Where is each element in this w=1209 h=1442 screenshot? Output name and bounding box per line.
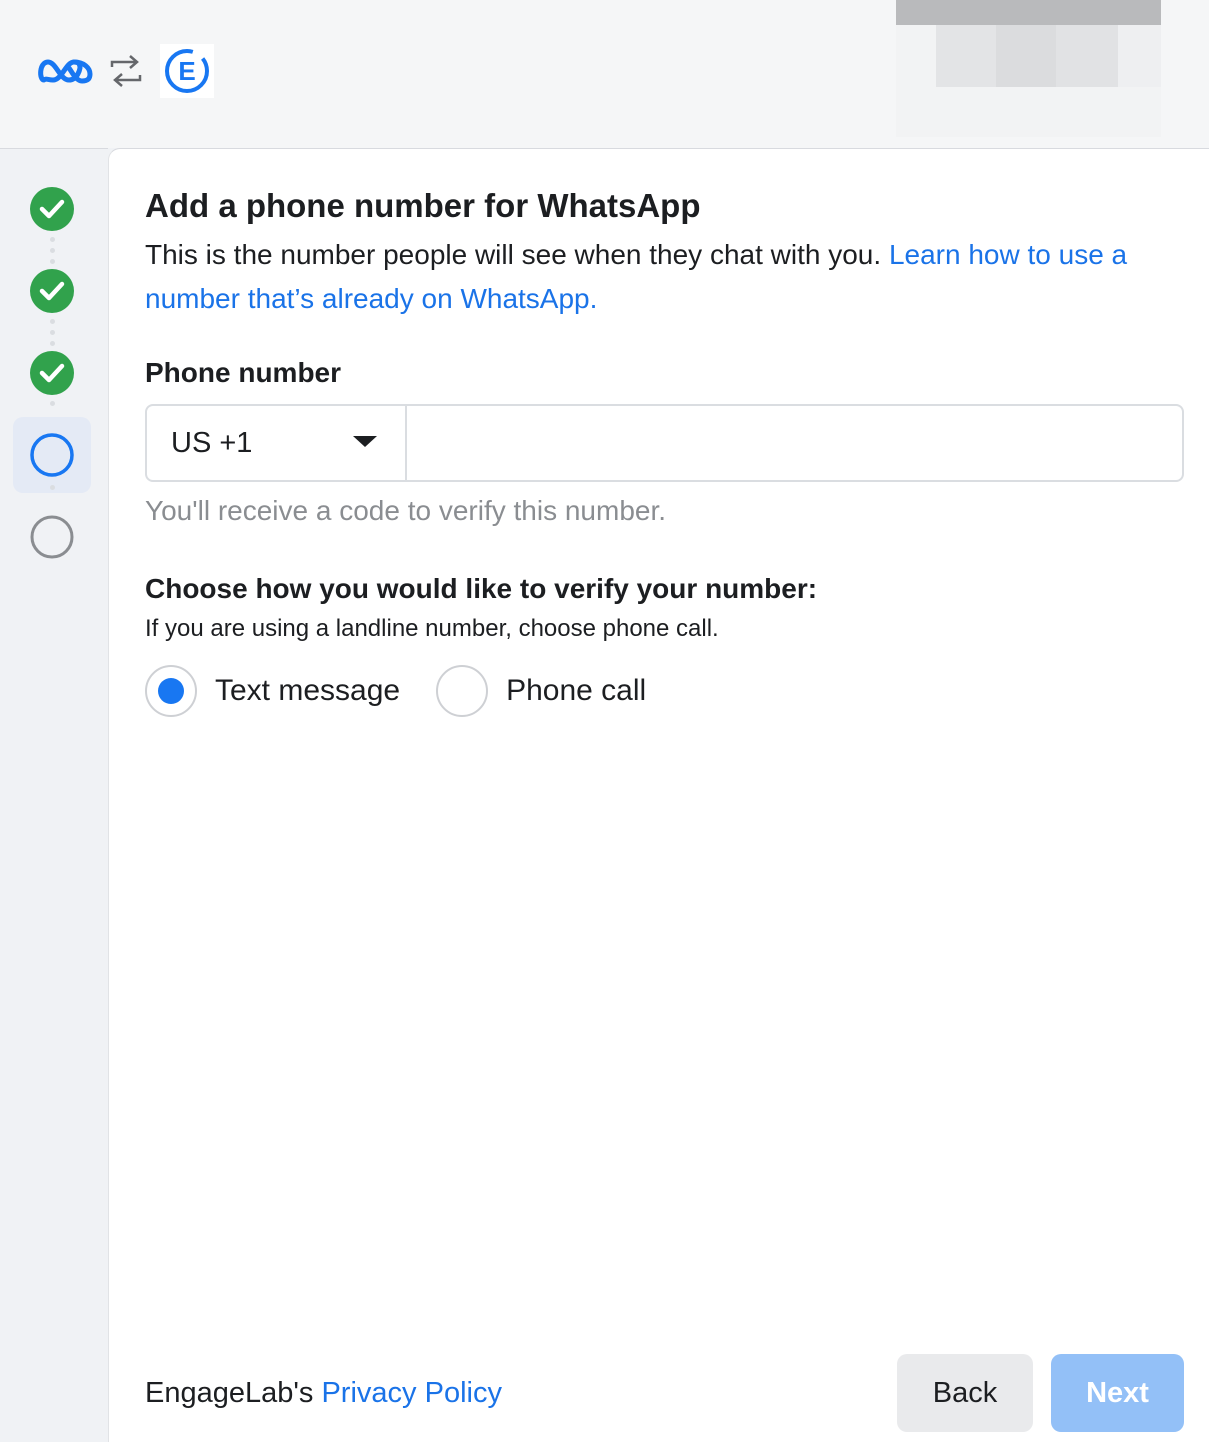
logo-row: E bbox=[36, 44, 214, 98]
privacy-policy-link[interactable]: Privacy Policy bbox=[321, 1377, 502, 1409]
privacy-footer: EngageLab's Privacy Policy bbox=[145, 1377, 502, 1410]
page-description: This is the number people will see when … bbox=[145, 233, 1195, 321]
svg-text:E: E bbox=[178, 56, 195, 86]
radio-phone-call[interactable]: Phone call bbox=[436, 665, 646, 717]
description-text: This is the number people will see when … bbox=[145, 239, 889, 270]
step-connector bbox=[50, 401, 55, 412]
next-button[interactable]: Next bbox=[1051, 1354, 1184, 1432]
step-5-circle-outline-icon bbox=[28, 513, 76, 561]
meta-logo-icon bbox=[36, 54, 94, 88]
country-code-value: US +1 bbox=[171, 426, 253, 459]
step-2-check-circle-icon bbox=[28, 267, 76, 315]
verify-method-subtext: If you are using a landline number, choo… bbox=[145, 615, 719, 642]
phone-hint: You'll receive a code to verify this num… bbox=[145, 495, 667, 526]
redacted-block bbox=[896, 87, 1161, 137]
step-1-check-circle-icon bbox=[28, 185, 76, 233]
radio-text-message[interactable]: Text message bbox=[145, 665, 400, 717]
radio-unselected-icon[interactable] bbox=[436, 665, 489, 717]
radio-label-phone-call: Phone call bbox=[506, 674, 647, 707]
step-3-check-circle-icon bbox=[28, 349, 76, 397]
phone-number-input[interactable] bbox=[407, 406, 1182, 480]
redacted-block bbox=[1118, 25, 1161, 87]
step-connector bbox=[50, 237, 55, 270]
page-title: Add a phone number for WhatsApp bbox=[145, 187, 701, 224]
step-progress-sidebar bbox=[0, 148, 108, 1442]
radio-label-text-message: Text message bbox=[215, 674, 401, 707]
back-button[interactable]: Back bbox=[897, 1354, 1033, 1432]
country-code-select[interactable]: US +1 bbox=[147, 406, 407, 480]
step-connector bbox=[50, 319, 55, 352]
redacted-block bbox=[896, 0, 1161, 25]
privacy-prefix: EngageLab's bbox=[145, 1377, 322, 1409]
step-connector bbox=[50, 485, 55, 496]
top-bar: E bbox=[0, 0, 1209, 148]
caret-down-icon bbox=[353, 436, 377, 447]
phone-number-field: US +1 bbox=[145, 404, 1184, 482]
redacted-block bbox=[896, 25, 936, 87]
verify-method-options: Text message Phone call bbox=[145, 665, 682, 717]
sync-arrows-icon bbox=[106, 51, 146, 91]
radio-selected-icon[interactable] bbox=[145, 665, 197, 717]
engagelab-logo-icon: E bbox=[160, 44, 214, 98]
phone-number-panel: Add a phone number for WhatsApp This is … bbox=[108, 148, 1209, 1442]
step-4-circle-outline-icon bbox=[28, 431, 76, 479]
redacted-block bbox=[996, 25, 1056, 87]
redacted-block bbox=[936, 25, 996, 87]
phone-number-label: Phone number bbox=[145, 357, 342, 388]
verify-method-heading: Choose how you would like to verify your… bbox=[145, 573, 818, 604]
redacted-block bbox=[1056, 25, 1118, 87]
